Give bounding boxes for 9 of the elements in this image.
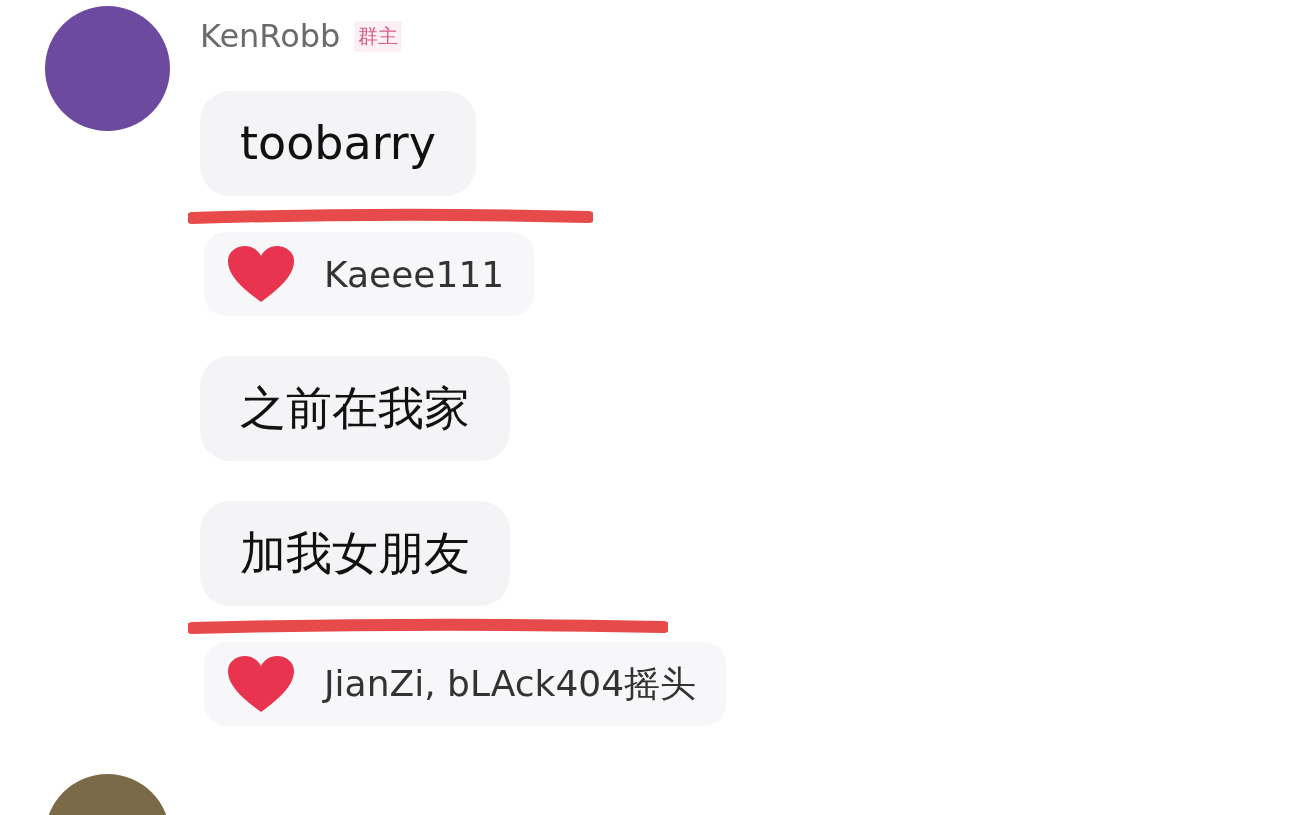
reaction-users: Kaeee111 — [324, 253, 505, 295]
message-bubble[interactable]: 加我女朋友 — [200, 501, 510, 606]
reaction-users: JianZi, bLAck404摇头 — [324, 661, 697, 706]
sender-name: KenRobb — [200, 17, 341, 55]
heart-icon — [226, 654, 296, 714]
role-badge: 群主 — [354, 20, 403, 52]
message-bubble[interactable]: 之前在我家 — [200, 356, 510, 461]
message-bubble[interactable]: toobarry — [200, 91, 476, 196]
heart-icon — [226, 244, 296, 304]
